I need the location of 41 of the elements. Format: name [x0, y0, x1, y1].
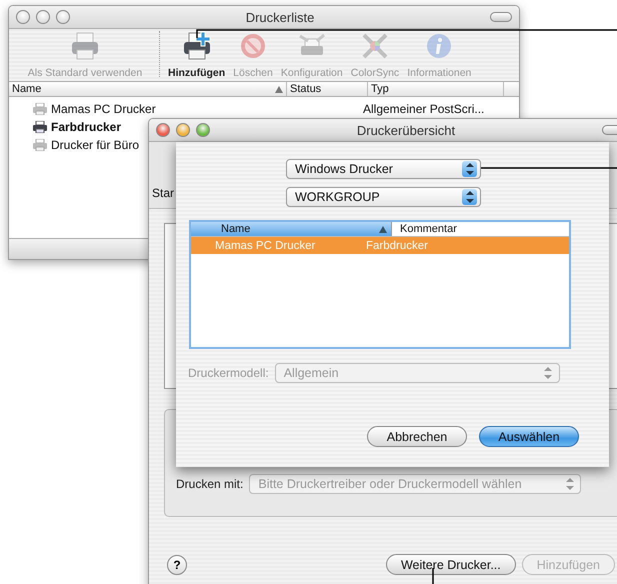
table-cell-text: Mamas PC Drucker — [214, 240, 316, 252]
printer-icon — [69, 30, 101, 62]
table-cell: Drucker für Büro — [51, 138, 140, 152]
up-down-arrows-icon — [466, 163, 474, 175]
window-title: Druckerübersicht — [356, 122, 456, 138]
table-cell: Mamas PC Drucker — [51, 102, 156, 116]
toolbar-button[interactable]: Hinzufügen — [164, 30, 230, 79]
leader-line — [432, 568, 434, 584]
tab-label[interactable]: Star — [152, 186, 174, 200]
field-label: Drucken mit: — [176, 477, 244, 493]
workgroup-popup[interactable]: WORKGROUP — [286, 187, 481, 207]
close-button[interactable] — [156, 123, 170, 137]
field-label: Druckermodell: — [188, 366, 269, 380]
table-cell-text: Farbdrucker — [365, 240, 428, 252]
column-header[interactable]: Name — [9, 82, 287, 96]
column-header[interactable]: Kommentar — [392, 222, 457, 236]
toolbar-toggle-button[interactable] — [490, 12, 512, 22]
printer-icon — [33, 121, 47, 133]
column-header[interactable]: Name — [191, 222, 392, 236]
zoom-button[interactable] — [196, 123, 210, 137]
up-down-arrows-icon — [466, 191, 474, 203]
more-printers-button[interactable]: Weitere Drucker... — [386, 554, 516, 575]
close-button[interactable] — [16, 10, 30, 24]
window-title: Druckerliste — [244, 10, 316, 24]
dialog-button[interactable]: Auswählen — [479, 426, 579, 447]
help-button[interactable]: ? — [167, 554, 187, 574]
sort-ascending-icon — [275, 86, 283, 92]
column-header[interactable]: Typ — [368, 82, 504, 96]
minimize-button[interactable] — [176, 123, 190, 137]
up-down-arrows-icon — [544, 367, 552, 379]
up-down-arrows-icon — [566, 478, 574, 490]
column-header[interactable]: Status — [287, 82, 368, 96]
sort-ascending-icon — [379, 226, 387, 232]
dialog-button[interactable]: Abbrechen — [367, 426, 467, 447]
printer-icon — [33, 139, 47, 151]
table-cell: Allgemeiner PostScri... — [363, 102, 484, 116]
connection-popup[interactable]: Windows Drucker — [286, 159, 481, 179]
table-cell: Farbdrucker — [51, 120, 122, 134]
minimize-button[interactable] — [36, 10, 50, 24]
printer-icon — [33, 103, 47, 115]
zoom-button[interactable] — [56, 10, 70, 24]
